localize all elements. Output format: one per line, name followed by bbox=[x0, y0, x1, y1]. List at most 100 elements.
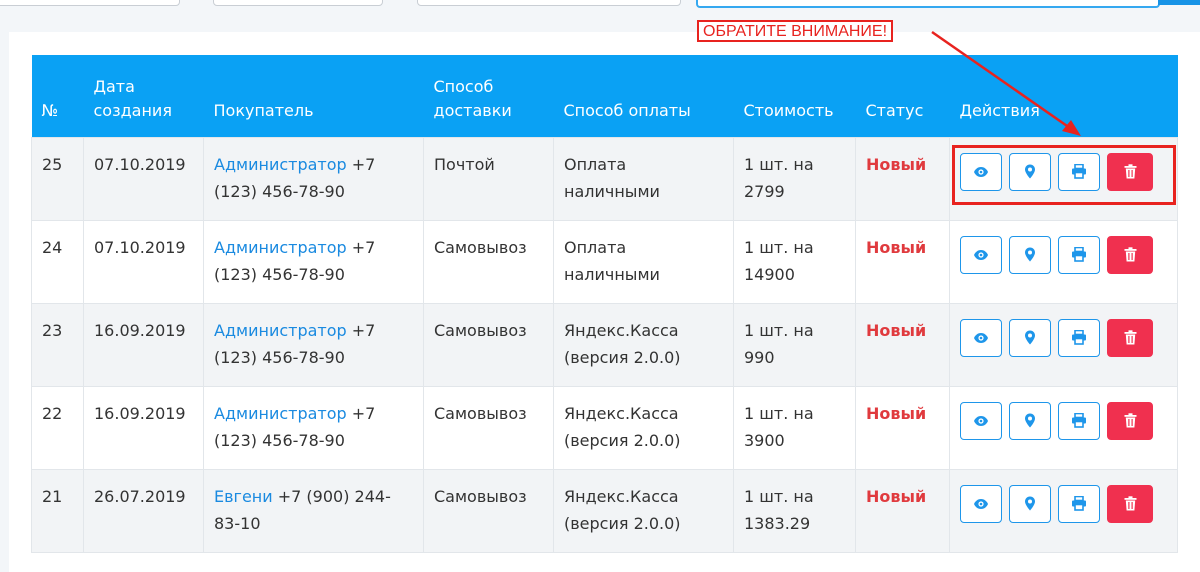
buyer-phone: +7 bbox=[346, 403, 376, 423]
order-actions bbox=[949, 468, 1178, 553]
status-badge: Новый bbox=[866, 320, 927, 340]
trash-icon bbox=[1124, 413, 1136, 428]
col-actions: Действия bbox=[959, 100, 1040, 120]
annotation-highlight-box bbox=[952, 145, 1176, 205]
view-button[interactable] bbox=[960, 484, 1002, 523]
annotation-label: ОБРАТИТЕ ВНИМАНИЕ! bbox=[697, 20, 894, 42]
print-button[interactable] bbox=[1058, 401, 1100, 440]
location-button[interactable] bbox=[1009, 484, 1051, 523]
col-number[interactable]: № bbox=[32, 55, 84, 137]
printer-icon bbox=[1072, 413, 1086, 428]
order-delivery: Самовывоз bbox=[423, 219, 554, 304]
order-date: 07.10.2019 bbox=[83, 136, 204, 221]
order-payment: Оплата наличными bbox=[553, 136, 734, 221]
printer-icon bbox=[1072, 247, 1086, 262]
buyer-phone: +7 bbox=[346, 320, 376, 340]
buyer-phone: +7 bbox=[346, 154, 376, 174]
eye-icon bbox=[974, 415, 988, 426]
view-button[interactable] bbox=[960, 318, 1002, 357]
buyer-phone: +7 bbox=[346, 237, 376, 257]
location-button[interactable] bbox=[1009, 401, 1051, 440]
status-badge: Новый bbox=[866, 403, 927, 423]
buyer-link[interactable]: Администратор bbox=[214, 238, 347, 257]
view-button[interactable] bbox=[960, 235, 1002, 274]
order-actions bbox=[949, 302, 1178, 387]
buyer-phone-cont: (123) 456-78-90 bbox=[214, 430, 345, 450]
buyer-phone-cont: (123) 456-78-90 bbox=[214, 264, 345, 284]
order-delivery: Самовывоз bbox=[423, 385, 554, 470]
trash-icon bbox=[1124, 496, 1136, 511]
order-date: 07.10.2019 bbox=[83, 219, 204, 304]
buyer-phone-cont: (123) 456-78-90 bbox=[214, 181, 345, 201]
delete-button[interactable] bbox=[1107, 401, 1153, 440]
buyer-link[interactable]: Администратор bbox=[214, 404, 347, 423]
order-number: 23 bbox=[31, 302, 84, 387]
table-row: 23 16.09.2019 Администратор +7 (123) 456-… bbox=[31, 302, 1178, 387]
print-button[interactable] bbox=[1058, 318, 1100, 357]
orders-table: № Дата создания Покупатель Способ доставки… bbox=[31, 55, 1178, 553]
filter-input-2[interactable] bbox=[213, 0, 383, 6]
order-payment: Яндекс.Касса (версия 2.0.0) bbox=[553, 468, 734, 553]
buyer-link[interactable]: Администратор bbox=[214, 155, 347, 174]
map-pin-icon bbox=[1025, 496, 1035, 511]
order-cost: 1 шт. на 1383.29 bbox=[733, 468, 856, 553]
print-button[interactable] bbox=[1058, 484, 1100, 523]
col-date[interactable]: Дата создания bbox=[84, 55, 204, 137]
delete-button[interactable] bbox=[1107, 484, 1153, 523]
order-payment: Яндекс.Касса (версия 2.0.0) bbox=[553, 385, 734, 470]
order-cost: 1 шт. на 14900 bbox=[733, 219, 856, 304]
order-status: Новый bbox=[855, 302, 950, 387]
printer-icon bbox=[1072, 496, 1086, 511]
col-delivery[interactable]: Способ доставки bbox=[424, 55, 554, 137]
order-status: Новый bbox=[855, 219, 950, 304]
order-date: 26.07.2019 bbox=[83, 468, 204, 553]
map-pin-icon bbox=[1025, 247, 1035, 262]
col-cost[interactable]: Стоимость bbox=[734, 55, 856, 137]
order-buyer: Администратор +7 (123) 456-78-90 bbox=[203, 385, 424, 470]
view-button[interactable] bbox=[960, 401, 1002, 440]
buyer-phone: +7 (900) 244- bbox=[272, 486, 391, 506]
print-button[interactable] bbox=[1058, 235, 1100, 274]
table-row: 21 26.07.2019 Евгени +7 (900) 244- 83-10 … bbox=[31, 468, 1178, 553]
printer-icon bbox=[1072, 330, 1086, 345]
search-input[interactable] bbox=[696, 0, 1160, 8]
order-number: 21 bbox=[31, 468, 84, 553]
trash-icon bbox=[1124, 247, 1136, 262]
eye-icon bbox=[974, 498, 988, 509]
order-buyer: Евгени +7 (900) 244- 83-10 bbox=[203, 468, 424, 553]
location-button[interactable] bbox=[1009, 318, 1051, 357]
search-button[interactable] bbox=[1158, 0, 1200, 5]
buyer-link[interactable]: Евгени bbox=[214, 487, 273, 506]
eye-icon bbox=[974, 249, 988, 260]
location-button[interactable] bbox=[1009, 235, 1051, 274]
order-date: 16.09.2019 bbox=[83, 302, 204, 387]
buyer-link[interactable]: Администратор bbox=[214, 321, 347, 340]
buyer-phone-cont: 83-10 bbox=[214, 513, 261, 533]
col-status[interactable]: Статус bbox=[856, 55, 950, 137]
order-payment: Яндекс.Касса (версия 2.0.0) bbox=[553, 302, 734, 387]
eye-icon bbox=[974, 332, 988, 343]
order-buyer: Администратор +7 (123) 456-78-90 bbox=[203, 302, 424, 387]
table-header-row: № Дата создания Покупатель Способ доставки… bbox=[31, 55, 1178, 137]
order-status: Новый bbox=[855, 468, 950, 553]
order-status: Новый bbox=[855, 385, 950, 470]
map-pin-icon bbox=[1025, 413, 1035, 428]
buyer-phone-cont: (123) 456-78-90 bbox=[214, 347, 345, 367]
order-status: Новый bbox=[855, 136, 950, 221]
map-pin-icon bbox=[1025, 330, 1035, 345]
table-row: 24 07.10.2019 Администратор +7 (123) 456-… bbox=[31, 219, 1178, 304]
order-buyer: Администратор +7 (123) 456-78-90 bbox=[203, 219, 424, 304]
order-number: 22 bbox=[31, 385, 84, 470]
status-badge: Новый bbox=[866, 154, 927, 174]
order-cost: 1 шт. на 990 bbox=[733, 302, 856, 387]
order-actions bbox=[949, 219, 1178, 304]
order-cost: 1 шт. на 2799 bbox=[733, 136, 856, 221]
delete-button[interactable] bbox=[1107, 235, 1153, 274]
order-number: 25 bbox=[31, 136, 84, 221]
filter-input-3[interactable] bbox=[417, 0, 681, 6]
delete-button[interactable] bbox=[1107, 318, 1153, 357]
filter-input-1[interactable] bbox=[0, 0, 180, 6]
order-payment: Оплата наличными bbox=[553, 219, 734, 304]
col-payment[interactable]: Способ оплаты bbox=[554, 55, 734, 137]
col-buyer[interactable]: Покупатель bbox=[204, 55, 424, 137]
